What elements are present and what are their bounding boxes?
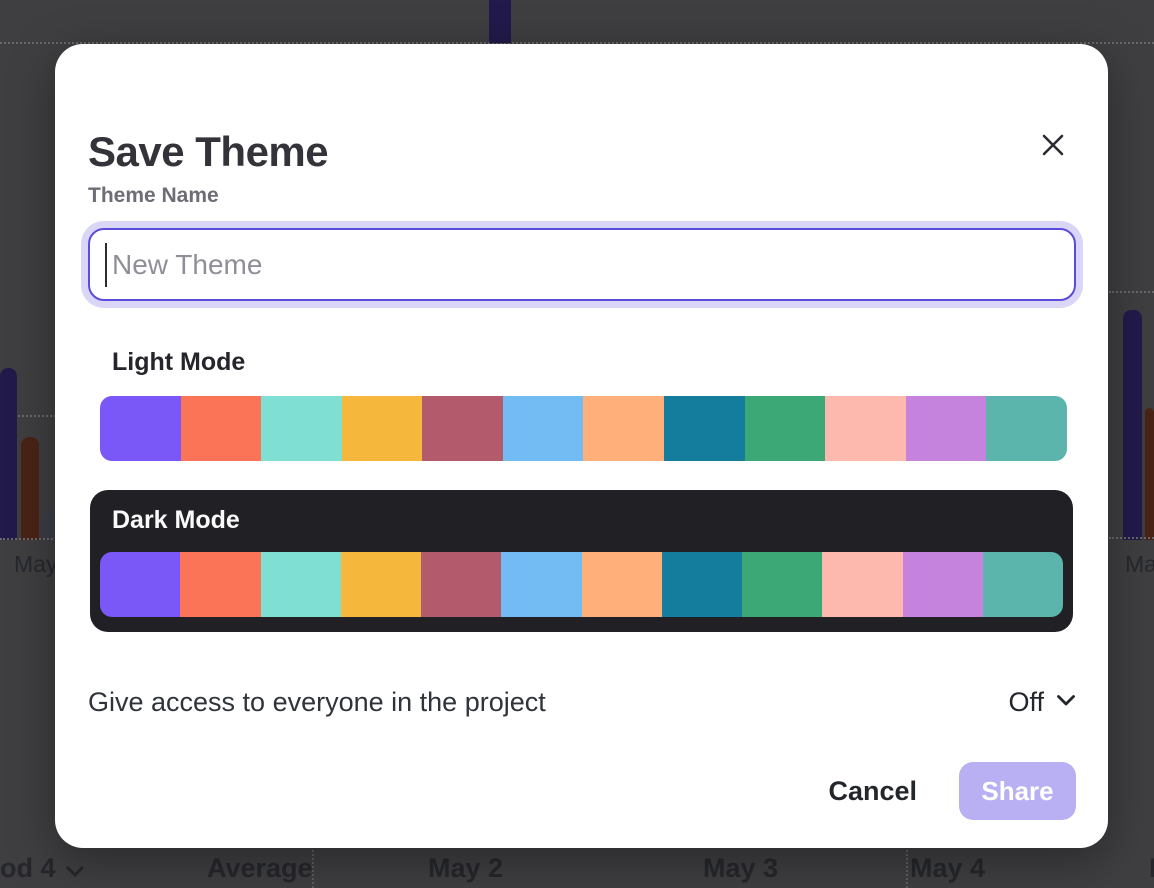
backdrop-bar: [21, 437, 39, 540]
palette-swatch: [745, 396, 826, 461]
backdrop-period-label: od 4: [0, 853, 56, 883]
palette-swatch: [825, 396, 906, 461]
backdrop-divider: [906, 846, 908, 888]
palette-swatch: [583, 396, 664, 461]
palette-swatch: [664, 396, 745, 461]
backdrop-gridline: [18, 415, 56, 417]
access-row: Give access to everyone in the project O…: [88, 678, 1076, 726]
close-button[interactable]: [1035, 128, 1071, 164]
save-theme-dialog: Save Theme Theme Name Light Mode Dark Mo…: [55, 44, 1108, 848]
backdrop-bar: [1123, 310, 1142, 540]
dark-mode-label: Dark Mode: [112, 506, 240, 535]
backdrop-date-label: May 3: [703, 853, 778, 884]
light-mode-label: Light Mode: [112, 348, 245, 377]
backdrop-bar: [1145, 408, 1154, 540]
backdrop-divider: [312, 846, 314, 888]
palette-swatch: [501, 552, 581, 617]
backdrop-period-dropdown[interactable]: od 4: [0, 853, 84, 885]
backdrop-baseline: [1109, 537, 1154, 539]
palette-swatch: [261, 552, 341, 617]
light-mode-palette: [100, 396, 1067, 461]
palette-swatch: [983, 552, 1063, 617]
backdrop-date-label-clipped: M: [1149, 853, 1154, 884]
theme-name-input[interactable]: [88, 228, 1076, 301]
backdrop-baseline: [0, 538, 57, 540]
text-caret: [105, 243, 107, 287]
backdrop-tick-label: Ma: [1125, 551, 1154, 578]
dialog-title: Save Theme: [88, 128, 328, 176]
palette-swatch: [100, 396, 181, 461]
backdrop-tick-label: May: [14, 551, 57, 578]
palette-swatch: [180, 552, 260, 617]
palette-swatch: [100, 552, 180, 617]
palette-swatch: [906, 396, 987, 461]
palette-swatch: [181, 396, 262, 461]
close-icon: [1040, 132, 1066, 161]
chevron-down-icon: [66, 854, 84, 885]
palette-swatch: [503, 396, 584, 461]
palette-swatch: [342, 396, 423, 461]
palette-swatch: [421, 552, 501, 617]
cancel-button[interactable]: Cancel: [828, 776, 917, 807]
theme-name-label: Theme Name: [88, 184, 219, 208]
backdrop-bar: [0, 368, 17, 540]
palette-swatch: [742, 552, 822, 617]
palette-swatch: [341, 552, 421, 617]
palette-swatch: [261, 396, 342, 461]
palette-swatch: [903, 552, 983, 617]
access-value: Off: [1008, 687, 1044, 718]
share-button[interactable]: Share: [959, 762, 1076, 820]
backdrop-gridline: [1109, 291, 1154, 293]
backdrop-bar: [489, 0, 511, 43]
backdrop-date-label: May 4: [910, 853, 985, 884]
dark-mode-card: Dark Mode: [90, 490, 1073, 632]
palette-swatch: [422, 396, 503, 461]
chevron-down-icon: [1056, 694, 1076, 710]
screen: May Ma od 4 Average May 2 May 3 May 4 M …: [0, 0, 1154, 888]
dialog-actions: Cancel Share: [828, 762, 1076, 820]
dark-mode-palette: [100, 552, 1063, 617]
palette-swatch: [986, 396, 1067, 461]
palette-swatch: [822, 552, 902, 617]
access-label: Give access to everyone in the project: [88, 687, 546, 718]
palette-swatch: [662, 552, 742, 617]
access-dropdown[interactable]: Off: [1008, 687, 1076, 718]
backdrop-date-label: May 2: [428, 853, 503, 884]
backdrop-average-label: Average: [207, 853, 313, 884]
palette-swatch: [582, 552, 662, 617]
